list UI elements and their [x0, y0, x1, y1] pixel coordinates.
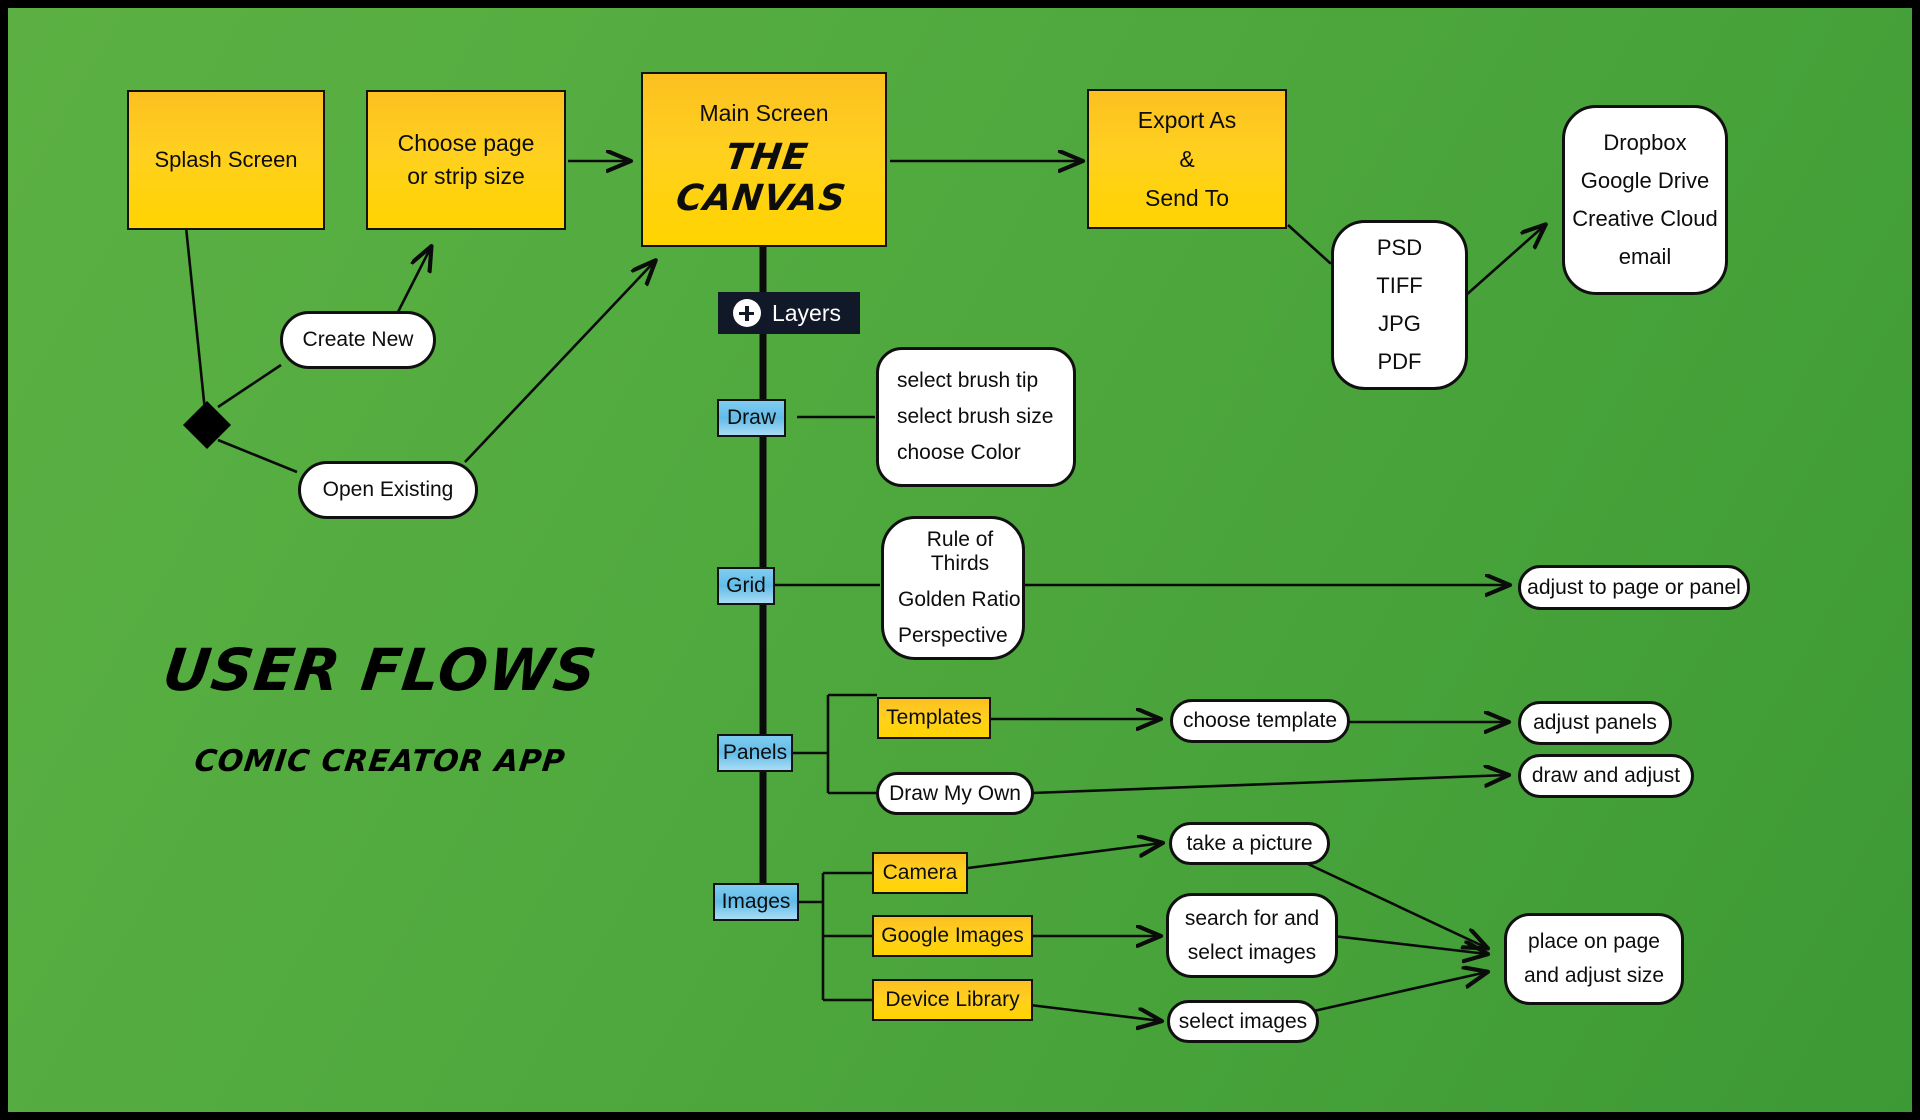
- node-grid-options[interactable]: Rule of Thirds Golden Ratio Perspective: [881, 516, 1025, 660]
- file-format-item: PSD: [1376, 235, 1423, 260]
- node-device-library[interactable]: Device Library: [872, 979, 1033, 1021]
- layers-label: Layers: [771, 299, 842, 326]
- destination-item: Creative Cloud: [1572, 206, 1718, 231]
- node-main-screen[interactable]: Main Screen THE CANVAS: [641, 72, 887, 247]
- node-take-a-picture[interactable]: take a picture: [1169, 822, 1330, 865]
- node-images[interactable]: Images: [713, 883, 799, 921]
- node-choose-page-size[interactable]: Choose page or strip size: [366, 90, 566, 230]
- file-format-item: JPG: [1378, 311, 1421, 336]
- grid-option: Golden Ratio: [898, 588, 1021, 611]
- node-open-existing[interactable]: Open Existing: [298, 461, 478, 519]
- choose-template-label: choose template: [1182, 709, 1338, 732]
- node-templates[interactable]: Templates: [877, 697, 991, 739]
- file-format-item: TIFF: [1376, 273, 1423, 298]
- draw-my-own-label: Draw My Own: [889, 781, 1021, 805]
- destination-item: email: [1618, 244, 1672, 269]
- draw-option: select brush size: [897, 405, 1054, 428]
- export-line1: Export As: [1137, 106, 1237, 133]
- node-layers[interactable]: Layers: [718, 292, 860, 334]
- file-format-item: PDF: [1377, 349, 1422, 374]
- node-choose-template[interactable]: choose template: [1170, 699, 1350, 743]
- node-file-formats[interactable]: PSD TIFF JPG PDF: [1331, 220, 1468, 390]
- node-adjust-to-page-or-panel[interactable]: adjust to page or panel: [1518, 565, 1750, 610]
- node-grid[interactable]: Grid: [717, 567, 775, 605]
- adjust-to-page-label: adjust to page or panel: [1527, 575, 1741, 599]
- search-select-line2: select images: [1187, 940, 1317, 964]
- node-draw-and-adjust[interactable]: draw and adjust: [1518, 754, 1694, 798]
- place-line1: place on page: [1528, 930, 1660, 954]
- grid-option: Perspective: [898, 624, 1008, 647]
- images-label: Images: [721, 890, 791, 913]
- grid-label: Grid: [726, 574, 766, 597]
- node-create-new[interactable]: Create New: [280, 311, 436, 369]
- google-images-label: Google Images: [881, 924, 1024, 947]
- page-subtitle: COMIC CREATOR APP: [192, 744, 568, 779]
- choose-size-line1: Choose page: [397, 129, 535, 156]
- main-screen-title: THE CANVAS: [673, 137, 849, 219]
- node-select-images[interactable]: select images: [1167, 1000, 1319, 1043]
- node-draw-options[interactable]: select brush tip select brush size choos…: [876, 347, 1076, 487]
- draw-and-adjust-label: draw and adjust: [1531, 764, 1681, 787]
- splash-screen-label: Splash Screen: [154, 147, 298, 172]
- node-google-images[interactable]: Google Images: [872, 915, 1033, 957]
- search-select-line1: search for and: [1184, 906, 1320, 930]
- place-line2: and adjust size: [1523, 964, 1665, 987]
- draw-option: choose Color: [897, 441, 1021, 464]
- create-new-label: Create New: [302, 328, 414, 351]
- adjust-panels-label: adjust panels: [1533, 711, 1657, 734]
- node-search-select-images[interactable]: search for and select images: [1166, 893, 1338, 978]
- node-export-send[interactable]: Export As & Send To: [1087, 89, 1287, 229]
- take-a-picture-label: take a picture: [1186, 831, 1313, 855]
- node-splash-screen[interactable]: Splash Screen: [127, 90, 325, 230]
- templates-label: Templates: [886, 706, 982, 729]
- user-flow-diagram: Splash Screen Choose page or strip size …: [0, 0, 1920, 1120]
- select-images-label: select images: [1178, 1009, 1308, 1033]
- node-place-on-page[interactable]: place on page and adjust size: [1504, 913, 1684, 1005]
- main-screen-label: Main Screen: [699, 100, 829, 126]
- node-panels[interactable]: Panels: [717, 734, 793, 772]
- page-title: USER FLOWS: [159, 636, 601, 704]
- grid-option: Rule of Thirds: [926, 528, 994, 575]
- camera-label: Camera: [882, 861, 958, 884]
- node-draw-my-own[interactable]: Draw My Own: [876, 772, 1034, 815]
- node-draw[interactable]: Draw: [717, 399, 786, 437]
- panels-label: Panels: [722, 741, 788, 764]
- destination-item: Dropbox: [1603, 130, 1687, 155]
- node-camera[interactable]: Camera: [872, 852, 968, 894]
- export-line3: Send To: [1145, 184, 1229, 211]
- plus-icon[interactable]: [732, 299, 761, 327]
- draw-label: Draw: [726, 406, 776, 429]
- open-existing-label: Open Existing: [322, 478, 454, 501]
- draw-option: select brush tip: [897, 369, 1039, 392]
- export-line2: &: [1179, 145, 1195, 172]
- device-library-label: Device Library: [885, 988, 1020, 1011]
- destination-item: Google Drive: [1580, 168, 1710, 193]
- choose-size-line2: or strip size: [407, 163, 525, 189]
- node-adjust-panels[interactable]: adjust panels: [1518, 701, 1672, 745]
- node-destinations[interactable]: Dropbox Google Drive Creative Cloud emai…: [1562, 105, 1728, 295]
